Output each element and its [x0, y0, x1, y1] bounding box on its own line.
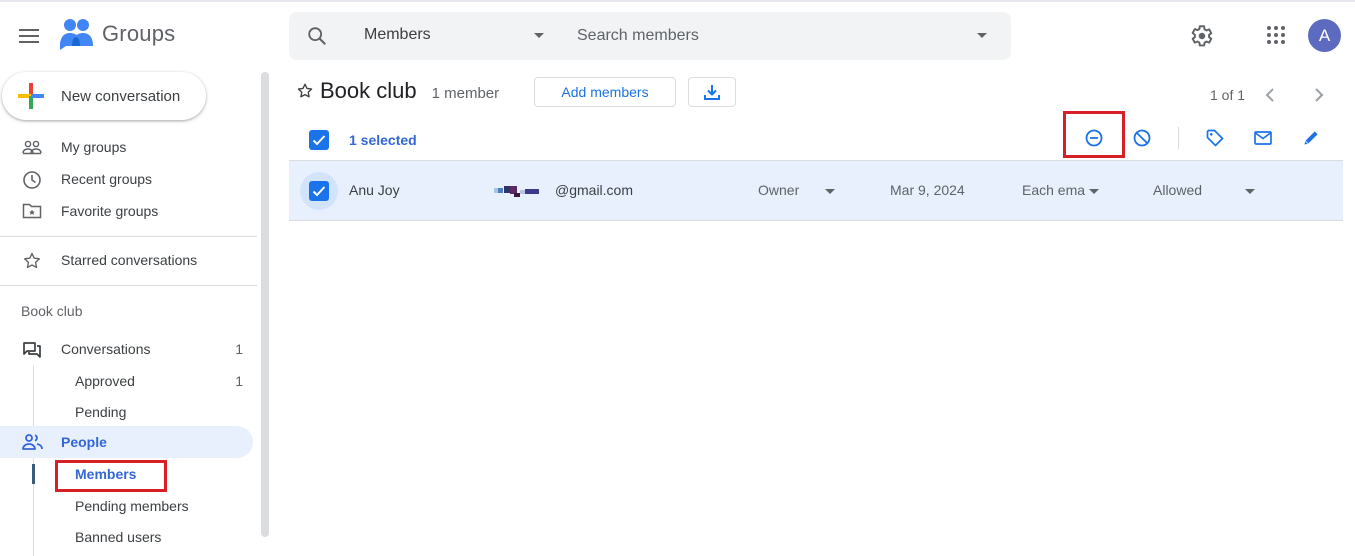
row-checkbox-halo — [300, 172, 338, 210]
people-icon — [22, 434, 43, 450]
delivery-dropdown-arrow-icon[interactable] — [1089, 189, 1099, 194]
people-outline-icon — [22, 140, 42, 155]
check-icon — [312, 135, 326, 146]
star-icon — [24, 252, 40, 269]
pagination-text: 1 of 1 — [1210, 87, 1246, 103]
groups-logo-icon — [60, 19, 93, 50]
sidebar-item-label: Conversations — [61, 341, 151, 357]
app-name: Groups — [102, 21, 176, 46]
pencil-icon — [1304, 131, 1318, 145]
sidebar-item-approved[interactable]: Approved 1 — [0, 365, 253, 397]
sidebar-item-label: Banned users — [75, 529, 162, 545]
search-scope-select[interactable]: Members — [364, 26, 431, 44]
sidebar-item-label: Members — [75, 466, 137, 482]
member-role[interactable]: Owner — [758, 182, 799, 198]
chevron-right-icon — [1315, 88, 1324, 102]
settings-button[interactable] — [1188, 23, 1214, 49]
sidebar-item-starred-conversations[interactable]: Starred conversations — [0, 244, 253, 276]
member-delivery[interactable]: Each ema — [1022, 182, 1085, 198]
add-members-button[interactable]: Add members — [534, 77, 676, 107]
actions-separator — [1178, 127, 1179, 149]
page-title: Book club — [320, 78, 417, 103]
sidebar-item-banned-users[interactable]: Banned users — [0, 521, 253, 553]
sidebar-item-label: My groups — [61, 139, 127, 155]
member-posting-permission[interactable]: Allowed — [1153, 182, 1202, 198]
sidebar-item-members[interactable]: Members — [0, 458, 253, 490]
tag-icon — [1206, 129, 1224, 147]
search-bar: Members — [289, 12, 1011, 60]
member-name: Anu Joy — [349, 182, 400, 198]
member-joined-date: Mar 9, 2024 — [890, 182, 965, 198]
mail-icon — [1254, 131, 1272, 145]
sidebar-item-my-groups[interactable]: My groups — [0, 131, 253, 163]
previous-page-button[interactable] — [1262, 86, 1278, 104]
new-conversation-button[interactable]: New conversation — [2, 72, 206, 120]
sidebar-item-label: People — [61, 434, 107, 450]
download-icon — [704, 85, 720, 100]
redacted-email-pixels — [494, 186, 539, 197]
sidebar-divider — [0, 236, 257, 237]
table-row[interactable]: Anu Joy @gmail.com Owner Mar 9, 2024 Eac… — [289, 161, 1343, 221]
forum-icon — [23, 342, 41, 358]
search-input[interactable] — [577, 24, 957, 48]
next-page-button[interactable] — [1311, 86, 1327, 104]
approved-count: 1 — [235, 373, 243, 389]
posting-dropdown-arrow-icon[interactable] — [1245, 189, 1255, 194]
block-icon — [1133, 129, 1151, 147]
sidebar-item-favorite-groups[interactable]: Favorite groups — [0, 195, 253, 227]
selection-count: 1 selected — [349, 132, 417, 148]
row-checkbox[interactable] — [309, 181, 329, 201]
sidebar-item-conversations[interactable]: Conversations 1 — [0, 333, 253, 365]
sidebar-item-recent-groups[interactable]: Recent groups — [0, 163, 253, 195]
email-button[interactable] — [1251, 126, 1275, 150]
star-icon[interactable] — [296, 82, 314, 100]
conversations-count: 1 — [235, 341, 243, 357]
sidebar-item-people[interactable]: People — [0, 426, 253, 458]
label-button[interactable] — [1203, 126, 1227, 150]
account-avatar[interactable]: A — [1308, 19, 1341, 52]
download-button[interactable] — [688, 77, 736, 107]
new-conversation-label: New conversation — [61, 87, 181, 105]
plus-icon — [18, 83, 44, 109]
chevron-left-icon — [1265, 88, 1274, 102]
google-apps-button[interactable] — [1266, 25, 1286, 45]
sidebar-item-pending-members[interactable]: Pending members — [0, 490, 253, 522]
search-icon[interactable] — [306, 25, 328, 47]
star-folder-icon — [22, 203, 42, 219]
member-email: @gmail.com — [555, 182, 634, 198]
sidebar-item-label: Favorite groups — [61, 203, 159, 219]
main-menu-button[interactable] — [14, 22, 44, 50]
sidebar-divider — [0, 285, 257, 286]
sidebar-item-pending[interactable]: Pending — [0, 396, 253, 428]
scope-dropdown-arrow-icon[interactable] — [534, 33, 544, 38]
search-options-arrow-icon[interactable] — [977, 33, 987, 38]
edit-button[interactable] — [1299, 126, 1323, 150]
clock-icon — [23, 171, 41, 189]
group-header: Book club 1 member — [296, 78, 499, 104]
sidebar-item-label: Pending members — [75, 498, 189, 514]
ban-member-button[interactable] — [1130, 126, 1154, 150]
sidebar-item-label: Approved — [75, 373, 135, 389]
check-icon — [312, 186, 326, 197]
sidebar-item-label: Recent groups — [61, 171, 153, 187]
remove-circle-icon — [1085, 129, 1103, 147]
select-all-checkbox[interactable] — [309, 130, 329, 150]
remove-member-button[interactable] — [1082, 126, 1106, 150]
groups-logo[interactable]: Groups — [58, 18, 175, 50]
group-section-title: Book club — [21, 303, 83, 319]
hamburger-menu-icon — [19, 29, 39, 43]
sidebar-item-label: Starred conversations — [61, 252, 198, 268]
apps-grid-icon — [1267, 26, 1285, 44]
member-count: 1 member — [431, 85, 500, 102]
gear-icon — [1191, 25, 1213, 47]
sidebar-item-label: Pending — [75, 404, 127, 420]
role-dropdown-arrow-icon[interactable] — [825, 189, 835, 194]
sidebar-scrollbar[interactable] — [261, 72, 269, 537]
